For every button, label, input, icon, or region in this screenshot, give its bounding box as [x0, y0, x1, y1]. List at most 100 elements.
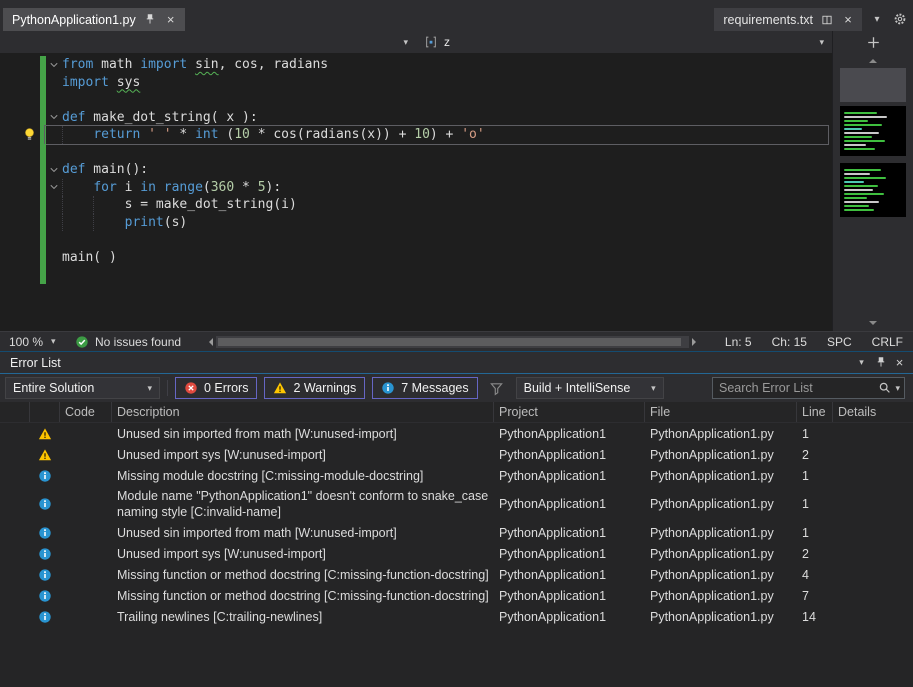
- error-row[interactable]: Unused import sys [W:unused-import]Pytho…: [0, 543, 913, 564]
- error-row[interactable]: Unused sin imported from math [W:unused-…: [0, 423, 913, 444]
- pin-icon[interactable]: [143, 13, 157, 27]
- search-box: ▾: [712, 377, 905, 399]
- fold-chevron-icon[interactable]: [46, 109, 62, 127]
- errors-filter-button[interactable]: 0 Errors: [175, 377, 257, 399]
- chevron-down-icon: ▾: [651, 384, 656, 393]
- error-row[interactable]: Missing function or method docstring [C:…: [0, 564, 913, 585]
- search-input[interactable]: [713, 381, 878, 395]
- code-line[interactable]: [0, 231, 832, 249]
- outline-margin: [46, 196, 62, 214]
- column-line[interactable]: Line: [797, 402, 833, 422]
- line-ending-indicator[interactable]: CRLF: [862, 335, 913, 349]
- code-line[interactable]: [0, 266, 832, 284]
- window-position-icon[interactable]: ▾: [852, 354, 871, 372]
- warnings-filter-button[interactable]: 2 Warnings: [264, 377, 365, 399]
- close-icon[interactable]: ×: [841, 13, 855, 27]
- scroll-down-arrow[interactable]: [837, 318, 909, 329]
- error-row[interactable]: Unused sin imported from math [W:unused-…: [0, 522, 913, 543]
- pin-icon[interactable]: [871, 354, 890, 372]
- error-row[interactable]: Missing module docstring [C:missing-modu…: [0, 465, 913, 486]
- close-icon[interactable]: ×: [890, 354, 909, 372]
- code-editor[interactable]: from math import sin, cos, radiansimport…: [0, 53, 832, 331]
- messages-filter-button[interactable]: 7 Messages: [372, 377, 477, 399]
- close-icon[interactable]: ×: [164, 13, 178, 27]
- code-line[interactable]: for i in range(360 * 5):: [0, 179, 832, 197]
- column-severity[interactable]: [30, 402, 60, 422]
- code-line[interactable]: [0, 144, 832, 162]
- project-dropdown[interactable]: ▾: [0, 31, 416, 53]
- cell-file: PythonApplication1.py: [645, 445, 797, 465]
- cell-line: 4: [797, 565, 833, 585]
- preview-line: [844, 112, 877, 114]
- line-indicator[interactable]: Ln: 5: [715, 335, 762, 349]
- code-preview-block[interactable]: [840, 163, 906, 217]
- scrollbar-track[interactable]: [216, 336, 689, 348]
- scope-dropdown[interactable]: Entire Solution ▾: [5, 377, 160, 399]
- minimap[interactable]: [833, 53, 913, 331]
- horizontal-scrollbar[interactable]: [202, 335, 703, 349]
- error-rows: Unused sin imported from math [W:unused-…: [0, 423, 913, 687]
- split-icon[interactable]: [833, 31, 913, 53]
- code-line[interactable]: print(s): [0, 214, 832, 232]
- scrollbar-thumb[interactable]: [218, 338, 681, 346]
- code-line[interactable]: main( ): [0, 249, 832, 267]
- fold-chevron-icon[interactable]: [46, 56, 62, 74]
- lightbulb-icon[interactable]: [0, 126, 40, 144]
- chevron-down-icon[interactable]: ▾: [869, 11, 885, 27]
- table-header: Code Description Project File Line Detai…: [0, 402, 913, 423]
- code-line[interactable]: [0, 91, 832, 109]
- indent-guide: [62, 196, 63, 214]
- error-row[interactable]: Unused import sys [W:unused-import]Pytho…: [0, 444, 913, 465]
- code-line[interactable]: return ' ' * int (10 * cos(radians(x)) +…: [0, 126, 832, 144]
- scroll-left-arrow[interactable]: [202, 335, 216, 349]
- tab-pythonapplication1[interactable]: PythonApplication1.py ×: [3, 8, 185, 31]
- code-line[interactable]: from math import sin, cos, radians: [0, 56, 832, 74]
- cell-project: PythonApplication1: [494, 565, 645, 585]
- issues-indicator[interactable]: No issues found: [66, 335, 190, 349]
- error-row[interactable]: Trailing newlines [C:trailing-newlines]P…: [0, 606, 913, 627]
- fold-chevron-icon[interactable]: [46, 161, 62, 179]
- member-dropdown[interactable]: z ▾: [416, 31, 832, 53]
- column-project[interactable]: Project: [494, 402, 645, 422]
- secondary-editor-pane[interactable]: [832, 31, 913, 331]
- row-selector: [0, 573, 30, 577]
- preview-line: [844, 173, 870, 175]
- source-dropdown[interactable]: Build + IntelliSense ▾: [516, 377, 664, 399]
- cell-file: PythonApplication1.py: [645, 586, 797, 606]
- preview-line: [844, 144, 866, 146]
- row-selector: [0, 552, 30, 556]
- outline-margin: [46, 144, 62, 162]
- scroll-up-arrow[interactable]: [837, 55, 909, 66]
- cell-description: Unused sin imported from math [W:unused-…: [112, 523, 494, 543]
- gear-icon[interactable]: [892, 11, 908, 27]
- indent-guide: [62, 214, 63, 232]
- code-line[interactable]: [0, 284, 832, 302]
- code-text: return ' ' * int (10 * cos(radians(x)) +…: [62, 126, 485, 144]
- app-window: PythonApplication1.py × requirements.txt…: [0, 0, 913, 687]
- column-indicator[interactable]: Ch: 15: [762, 335, 817, 349]
- zoom-control[interactable]: 100 % ▾: [0, 335, 66, 349]
- keep-open-icon[interactable]: [820, 13, 834, 27]
- search-icon[interactable]: [878, 381, 892, 395]
- cell-code: [60, 453, 112, 457]
- chevron-down-icon[interactable]: ▾: [895, 384, 900, 393]
- minimap-viewport[interactable]: [840, 68, 906, 102]
- outline-margin: [46, 91, 62, 109]
- fold-chevron-icon[interactable]: [46, 179, 62, 197]
- column-description[interactable]: Description: [112, 402, 494, 422]
- code-line[interactable]: def make_dot_string( x ):: [0, 109, 832, 127]
- filter-icon[interactable]: [485, 377, 509, 399]
- tab-requirements[interactable]: requirements.txt ×: [714, 8, 862, 31]
- error-row[interactable]: Module name "PythonApplication1" doesn't…: [0, 486, 913, 522]
- column-file[interactable]: File: [645, 402, 797, 422]
- scroll-right-arrow[interactable]: [689, 335, 703, 349]
- cell-code: [60, 502, 112, 506]
- spaces-indicator[interactable]: SPC: [817, 335, 862, 349]
- code-preview-block[interactable]: [840, 106, 906, 156]
- code-line[interactable]: import sys: [0, 74, 832, 92]
- column-details[interactable]: Details: [833, 402, 913, 422]
- code-line[interactable]: def main():: [0, 161, 832, 179]
- code-line[interactable]: s = make_dot_string(i): [0, 196, 832, 214]
- error-row[interactable]: Missing function or method docstring [C:…: [0, 585, 913, 606]
- column-code[interactable]: Code: [60, 402, 112, 422]
